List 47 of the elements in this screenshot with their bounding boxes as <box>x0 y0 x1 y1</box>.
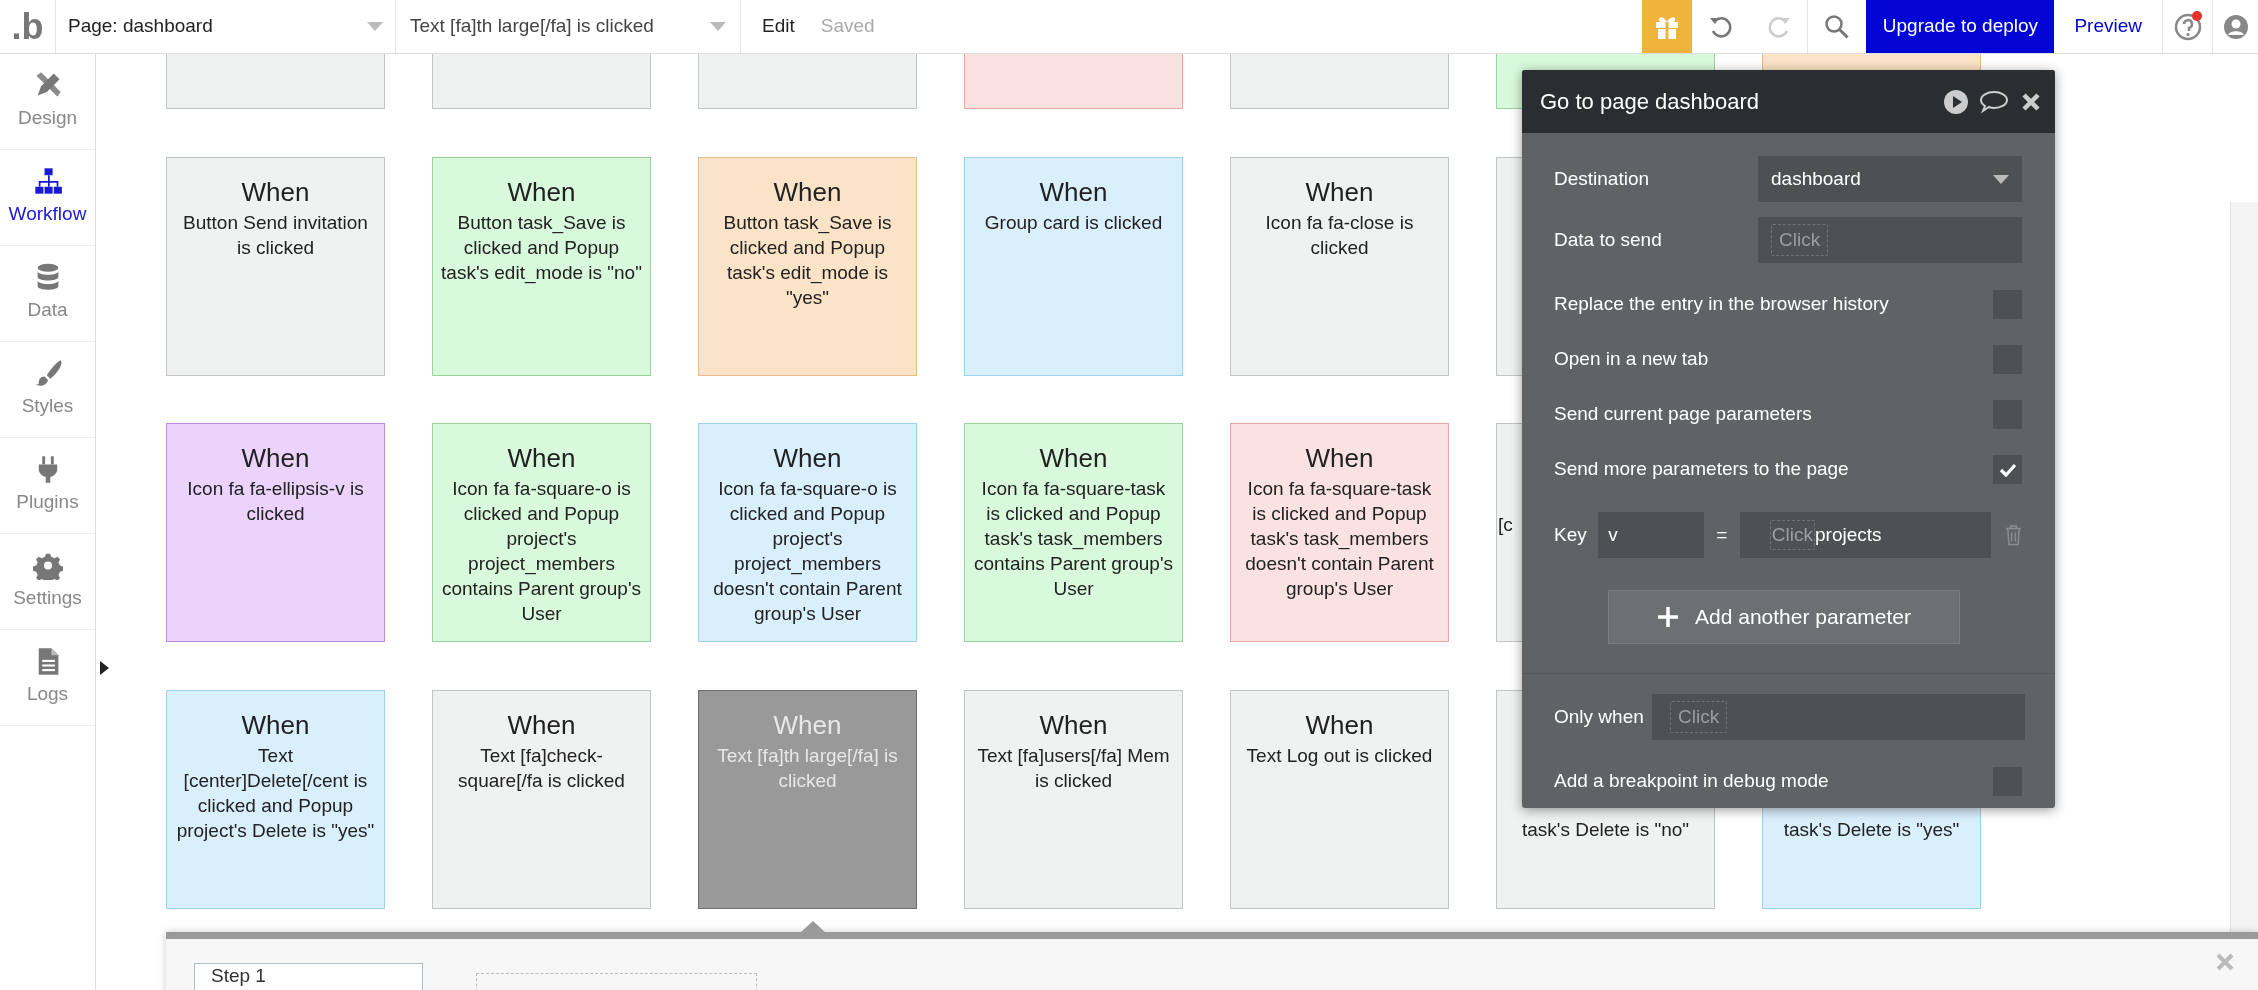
event-description: Icon fa fa-square-o is clicked and Popup project's project_members contains Parent group's User <box>441 477 642 626</box>
event-description: Group card is clicked <box>984 210 1163 235</box>
event-description: Icon fa fa-close is clicked <box>1264 210 1415 260</box>
event-title: When <box>773 442 842 474</box>
event-title: When <box>507 442 576 474</box>
event-description: Text [fa]users[/fa] Mem is clicked <box>976 743 1171 793</box>
event-title: When <box>1039 442 1108 474</box>
app-logo: .b <box>0 0 56 53</box>
event-description: Icon fa fa-square-o is clicked and Popup project's project_members doesn't contain Parent group's User <box>712 477 903 626</box>
field-label: Only when <box>1554 704 1645 729</box>
event-title: When <box>1039 175 1108 208</box>
event-title: When <box>241 175 310 208</box>
event-description: Button task_Save is clicked and Popup task's edit_mode is "no" <box>441 210 642 285</box>
saved-status: Saved <box>819 14 875 39</box>
event-title: When <box>773 708 842 741</box>
option-label: Open in a new tab <box>1554 347 1709 372</box>
event-title: When <box>1305 175 1374 208</box>
panel-title: Go to page dashboard <box>1540 88 1760 116</box>
key-label: Key <box>1554 522 1588 547</box>
event-title: When <box>773 175 842 208</box>
field-label: Destination <box>1554 166 1650 191</box>
value-text: projects <box>1815 522 1882 547</box>
event-description: Icon fa fa-square-task is clicked and Popup task's task_members doesn't contain Parent group's User <box>1244 477 1435 601</box>
event-title: When <box>1305 442 1374 474</box>
event-description: task's Delete is "no" <box>1521 817 1690 842</box>
event-title: When <box>1305 708 1374 741</box>
event-description: Button task_Save is clicked and Popup task's edit_mode is "yes" <box>722 210 893 310</box>
event-title: When <box>1039 708 1108 741</box>
option-label: Replace the entry in the browser history <box>1554 292 1889 317</box>
event-title: When <box>241 442 310 474</box>
event-description: Text [fa]check-square[/fa is clicked <box>457 743 626 793</box>
field-label: Data to send <box>1554 227 1662 252</box>
event-description: Icon fa fa-square-task is clicked and Popup task's task_members contains Parent group's User <box>973 477 1174 601</box>
event-description: Text Log out is clicked <box>1246 743 1433 768</box>
option-label: Send current page parameters <box>1554 402 1812 427</box>
event-description: task's Delete is "yes" <box>1783 817 1960 842</box>
event-title: When <box>241 708 310 741</box>
option-label: Add a breakpoint in debug mode <box>1554 768 1829 793</box>
event-description: Text [fa]th large[/fa] is clicked <box>716 743 899 793</box>
event-description: Button Send invitation is clicked <box>182 210 369 260</box>
option-label: Send more parameters to the page <box>1554 457 1849 482</box>
event-description: [c <box>1498 513 1513 537</box>
event-title: When <box>507 175 576 208</box>
equals-sign: = <box>1715 522 1729 547</box>
event-title: When <box>507 708 576 741</box>
event-description: Text [center]Delete[/cent is clicked and Popup project's Delete is "yes" <box>175 743 376 843</box>
event-description: Icon fa fa-ellipsis-v is clicked <box>186 477 365 526</box>
